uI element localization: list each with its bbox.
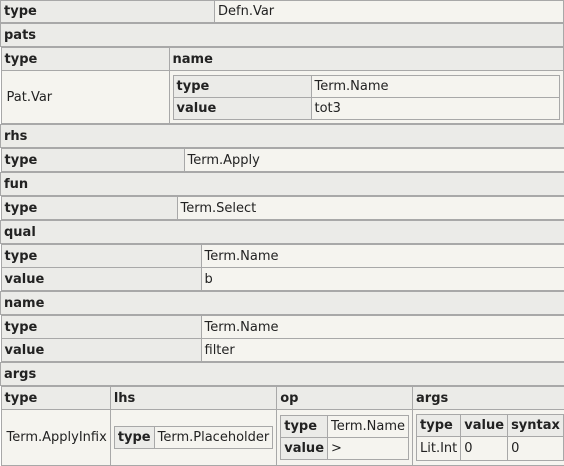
pats-name-value-value: tot3 bbox=[311, 97, 559, 119]
pats-name-table: type Term.Name value tot3 bbox=[173, 75, 560, 120]
lhs-type-value: Term.Placeholder bbox=[154, 427, 273, 449]
inner-args-col-value: value bbox=[461, 415, 508, 437]
fun-name-value-key: value bbox=[1, 339, 201, 362]
pats-name-type-key: type bbox=[173, 75, 311, 97]
inner-args-col-type: type bbox=[417, 415, 461, 437]
pats-type-value: Pat.Var bbox=[1, 71, 169, 124]
rhs-type-value: Term.Apply bbox=[184, 149, 564, 172]
inner-args-value-value: 0 bbox=[461, 437, 508, 461]
qual-table: type Term.Name value b bbox=[1, 244, 564, 291]
pats-name-value-key: value bbox=[173, 97, 311, 119]
args-col-op: op bbox=[277, 387, 413, 410]
args-table: type lhs op args Term.ApplyInfix type Te… bbox=[1, 386, 564, 466]
root-type-value: Defn.Var bbox=[215, 1, 564, 23]
lhs-table: type Term.Placeholder bbox=[114, 426, 273, 449]
args-type-value: Term.ApplyInfix bbox=[1, 410, 110, 466]
ast-tree-viewer: type Defn.Var pats type name Pat.Var typ… bbox=[0, 0, 564, 466]
fun-type-key: type bbox=[1, 197, 177, 220]
qual-value-key: value bbox=[1, 268, 201, 291]
fun-name-value-value: filter bbox=[201, 339, 564, 362]
op-table: type Term.Name value > bbox=[280, 415, 409, 460]
op-type-key: type bbox=[281, 416, 328, 438]
lhs-type-key: type bbox=[114, 427, 154, 449]
pats-table: type name Pat.Var type Term.Name value bbox=[1, 47, 564, 124]
pats-name-type-value: Term.Name bbox=[311, 75, 559, 97]
pats-col-type: type bbox=[1, 48, 169, 71]
inner-args-col-syntax: syntax bbox=[508, 415, 564, 437]
fun-type-table: type Term.Select bbox=[1, 196, 564, 220]
inner-args-table: type value syntax Lit.Int 0 0 bbox=[416, 414, 564, 461]
op-value-key: value bbox=[281, 438, 328, 460]
fun-type-value: Term.Select bbox=[177, 197, 564, 220]
root-table: type Defn.Var bbox=[0, 0, 564, 23]
inner-args-syntax-value: 0 bbox=[508, 437, 564, 461]
fun-label: fun bbox=[1, 173, 564, 196]
args-col-lhs: lhs bbox=[110, 387, 276, 410]
op-type-value: Term.Name bbox=[328, 416, 409, 438]
rhs-type-table: type Term.Apply bbox=[1, 148, 564, 172]
rhs-label: rhs bbox=[1, 125, 564, 148]
root-type-key: type bbox=[1, 1, 215, 23]
fun-name-type-value: Term.Name bbox=[201, 316, 564, 339]
args-label: args bbox=[1, 363, 564, 386]
qual-type-value: Term.Name bbox=[201, 245, 564, 268]
args-col-type: type bbox=[1, 387, 110, 410]
qual-label: qual bbox=[1, 221, 564, 244]
op-value-value: > bbox=[328, 438, 409, 460]
rhs-type-key: type bbox=[1, 149, 184, 172]
fun-name-table: type Term.Name value filter bbox=[1, 315, 564, 362]
qual-type-key: type bbox=[1, 245, 201, 268]
pats-label: pats bbox=[1, 24, 564, 47]
qual-value-value: b bbox=[201, 268, 564, 291]
rhs-section: rhs type Term.Apply fun type Term.Select… bbox=[0, 124, 564, 466]
args-col-args: args bbox=[413, 387, 564, 410]
fun-name-type-key: type bbox=[1, 316, 201, 339]
pats-col-name: name bbox=[169, 48, 563, 71]
pats-section: pats type name Pat.Var type Term.Name bbox=[0, 23, 564, 124]
fun-name-label: name bbox=[1, 292, 564, 315]
inner-args-type-value: Lit.Int bbox=[417, 437, 461, 461]
